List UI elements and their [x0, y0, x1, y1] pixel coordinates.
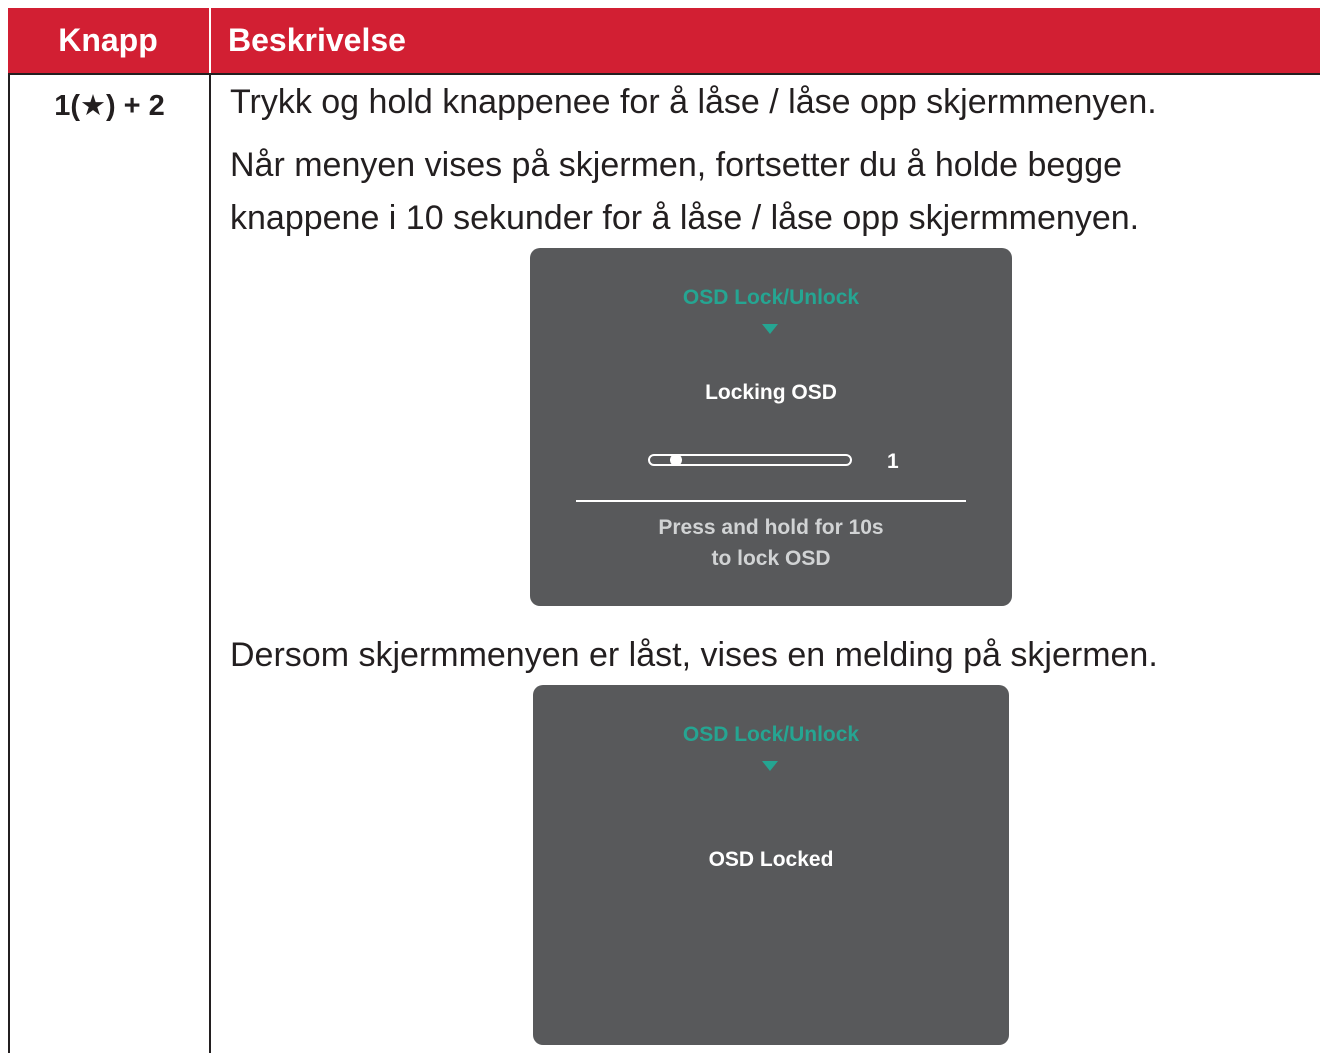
description-line-1: Trykk og hold knappenee for å låse / lås… [230, 83, 1157, 121]
key-combination: 1(★) + 2 [54, 90, 165, 122]
description-line-3: knappene i 10 sekunder for å låse / låse… [230, 199, 1140, 237]
osd-status: OSD Locked [708, 848, 834, 871]
header-col-button: Knapp [58, 22, 158, 58]
osd-progress-slider [648, 454, 852, 466]
table-header: Knapp Beskrivelse [8, 8, 1320, 73]
osd-countdown-value: 1 [887, 450, 899, 473]
slider-knob [670, 454, 682, 466]
table-column-divider [209, 73, 211, 1053]
description-line-2: Når menyen vises på skjermen, fortsetter… [230, 146, 1123, 184]
manual-page: Knapp Beskrivelse 1(★) + 2 Trykk og hold… [0, 0, 1320, 1053]
down-arrow-icon [762, 324, 778, 334]
osd-divider [576, 500, 966, 502]
header-col-description: Beskrivelse [228, 22, 406, 58]
locked-note: Dersom skjermmenyen er låst, vises en me… [230, 636, 1158, 674]
row-top-border [8, 73, 1320, 75]
table-left-border [8, 73, 10, 1053]
osd-status: Locking OSD [705, 381, 837, 404]
osd-title: OSD Lock/Unlock [682, 723, 860, 746]
osd-locked-panel: OSD Lock/Unlock OSD Locked [533, 685, 1009, 1045]
down-arrow-icon [762, 761, 778, 771]
osd-locking-panel: OSD Lock/Unlock Locking OSD 1 Press and … [530, 248, 1012, 606]
osd-hint-line-2: to lock OSD [711, 547, 831, 570]
osd-hint-line-1: Press and hold for 10s [658, 516, 884, 539]
osd-title: OSD Lock/Unlock [682, 286, 860, 309]
header-separator [209, 8, 211, 73]
